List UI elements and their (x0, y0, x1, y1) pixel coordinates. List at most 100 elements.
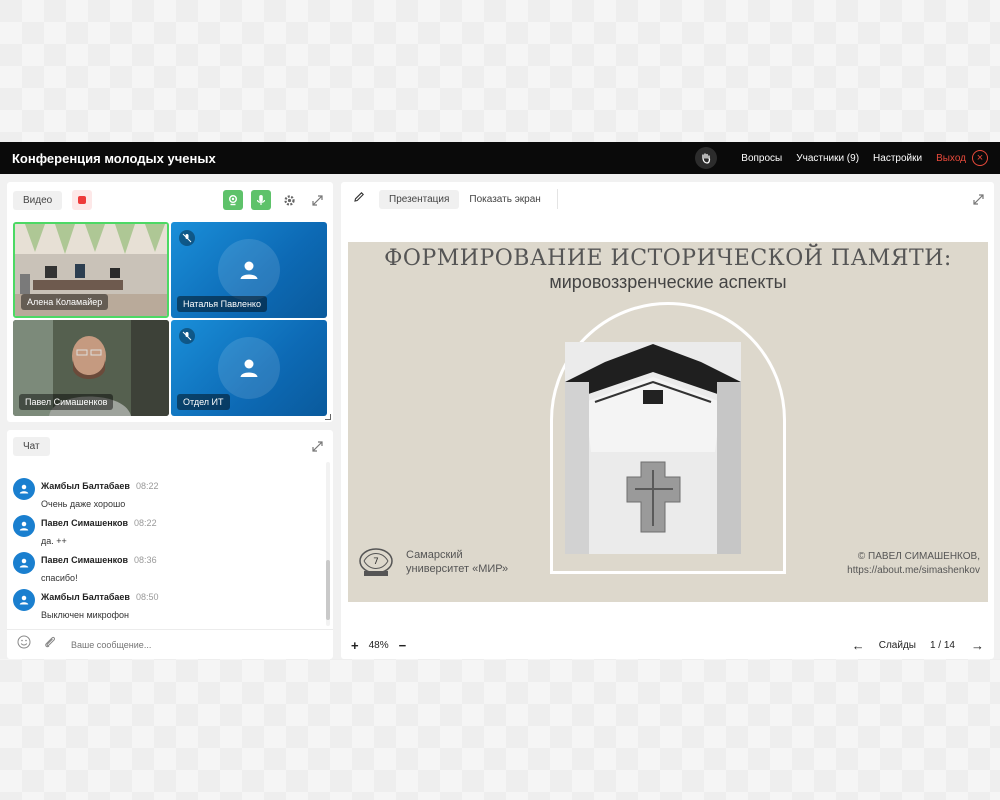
video-tile[interactable]: Наталья Павленко (171, 222, 327, 318)
camera-icon (229, 195, 237, 206)
chat-toolbar: Чат (7, 430, 333, 462)
zoom-level: 48% (368, 639, 389, 651)
chat-message-input[interactable] (71, 639, 323, 650)
presentation-slide: ФОРМИРОВАНИЕ ИСТОРИЧЕСКОЙ ПАМЯТИ: мирово… (348, 242, 988, 602)
user-avatar-icon (13, 515, 35, 537)
user-avatar-icon (218, 337, 280, 399)
video-tile[interactable]: Павел Симашенков (13, 320, 169, 416)
message-author: Жамбыл Балтабаев (41, 481, 130, 491)
user-avatar-icon (218, 239, 280, 301)
top-bar: Конференция молодых ученых Вопросы Участ… (0, 142, 1000, 174)
attach-button[interactable] (43, 635, 57, 654)
tab-chat[interactable]: Чат (13, 436, 50, 456)
org-name-line1: Самарский (406, 549, 463, 561)
message-text: Выключен микрофон (41, 610, 130, 620)
copyright-url: https://about.me/simashenkov (847, 565, 980, 576)
chat-message: Жамбыл Балтабаев 08:22 Очень даже хорошо (13, 476, 323, 513)
muted-mic-icon (179, 230, 195, 246)
slide-title: ФОРМИРОВАНИЕ ИСТОРИЧЕСКОЙ ПАМЯТИ: (384, 246, 952, 271)
next-slide-button[interactable]: → (971, 638, 984, 653)
participants-link[interactable]: Участники (9) (796, 153, 859, 164)
slide-position: 1 / 14 (929, 639, 955, 651)
message-text: спасибо! (41, 573, 78, 583)
expand-presentation-button[interactable] (968, 189, 988, 209)
expand-icon (311, 194, 323, 206)
stop-icon (78, 196, 87, 204)
presentation-footer: + 48% − ← Слайды 1 / 14 → (341, 631, 994, 659)
message-author: Павел Симашенков (41, 518, 129, 528)
paperclip-icon (45, 636, 56, 648)
message-time: 08:36 (134, 555, 157, 565)
org-name-line2: университет «МИР» (406, 563, 509, 575)
microphone-icon (256, 195, 266, 205)
chat-message: Павел Симашенков 08:36 спасибо! (13, 550, 323, 587)
expand-chat-button[interactable] (307, 436, 327, 456)
user-avatar-icon (13, 589, 35, 611)
stop-video-button[interactable] (72, 190, 93, 210)
university-logo-icon: 7 (359, 548, 393, 576)
university-logo-block: 7 Самарский университет «МИР» (358, 547, 508, 577)
slide-subtitle: мировоззренческие аспекты (549, 272, 787, 292)
toolbar-divider (556, 189, 558, 209)
conference-title: Конференция молодых ученых (12, 150, 216, 166)
settings-link[interactable]: Настройки (873, 153, 922, 164)
exit-label: Выход (936, 152, 966, 164)
tab-video[interactable]: Видео (13, 190, 63, 210)
hand-icon (702, 153, 711, 164)
participant-name: Наталья Павленко (177, 296, 267, 312)
church-wall-photo (565, 342, 741, 554)
microphone-button[interactable] (251, 190, 271, 210)
message-author: Павел Симашенков (41, 555, 129, 565)
tab-presentation[interactable]: Презентация (379, 189, 460, 209)
chat-message: Жамбыл Балтабаев 08:50 Выключен микрофон (13, 587, 323, 624)
camera-button[interactable] (223, 190, 243, 210)
message-author: Жамбыл Балтабаев (41, 592, 130, 602)
video-toolbar: Видео (7, 182, 333, 218)
tab-share-screen[interactable]: Показать экран (459, 190, 550, 209)
exit-button[interactable]: Выход × (936, 150, 988, 166)
message-time: 08:22 (135, 481, 159, 491)
chat-panel: Чат Жамбыл Балтабаев 08:22 Очень даже хор… (7, 430, 333, 659)
expand-video-button[interactable] (307, 190, 327, 210)
presentation-panel: Презентация Показать экран ФОРМИРОВАНИЕ … (341, 182, 994, 659)
prev-slide-button[interactable]: ← (852, 638, 865, 653)
participant-name: Павел Симашенков (19, 394, 114, 410)
message-text: да. ++ (41, 536, 67, 546)
video-tile[interactable]: Алена Коламайер (13, 222, 169, 318)
chat-scrollbar-thumb[interactable] (326, 560, 330, 620)
svg-text:7: 7 (373, 557, 379, 567)
message-text: Очень даже хорошо (41, 499, 126, 509)
presentation-toolbar: Презентация Показать экран (341, 182, 994, 216)
slides-label: Слайды (878, 639, 916, 651)
video-tile[interactable]: Отдел ИТ (171, 320, 327, 416)
muted-mic-icon (179, 328, 195, 344)
message-list: Жамбыл Балтабаев 08:22 Очень даже хорошо … (13, 460, 323, 626)
user-avatar-icon (13, 552, 35, 574)
raise-hand-button[interactable] (695, 147, 718, 169)
message-time: 08:22 (134, 518, 157, 528)
panel-resize-handle[interactable] (325, 414, 331, 420)
user-avatar-icon (13, 478, 35, 500)
chat-input-row (7, 629, 333, 659)
copyright-line1: © ПАВЕЛ СИМАШЕНКОВ, (857, 551, 980, 562)
zoom-in-button[interactable]: + (351, 638, 359, 653)
pencil-icon (354, 192, 364, 202)
workspace: Видео Алена Коламайер Наталья Павленко П… (0, 174, 1000, 659)
video-grid: Алена Коламайер Наталья Павленко Павел С… (13, 222, 327, 417)
video-panel: Видео Алена Коламайер Наталья Павленко П… (7, 182, 333, 422)
slide-copyright: © ПАВЕЛ СИМАШЕНКОВ, https://about.me/sim… (847, 550, 980, 578)
emoji-button[interactable] (17, 635, 31, 654)
participant-name: Алена Коламайер (21, 294, 109, 310)
questions-link[interactable]: Вопросы (741, 153, 782, 164)
expand-icon (972, 193, 984, 205)
video-settings-button[interactable] (279, 190, 299, 210)
emoji-icon (17, 635, 31, 649)
annotate-button[interactable] (353, 190, 365, 208)
chat-message: Павел Симашенков 08:22 да. ++ (13, 513, 323, 550)
close-icon: × (972, 150, 988, 166)
gear-icon (283, 194, 295, 206)
message-time: 08:50 (135, 592, 159, 602)
participant-name: Отдел ИТ (177, 394, 230, 410)
zoom-out-button[interactable]: − (399, 638, 407, 653)
expand-icon (311, 440, 323, 452)
